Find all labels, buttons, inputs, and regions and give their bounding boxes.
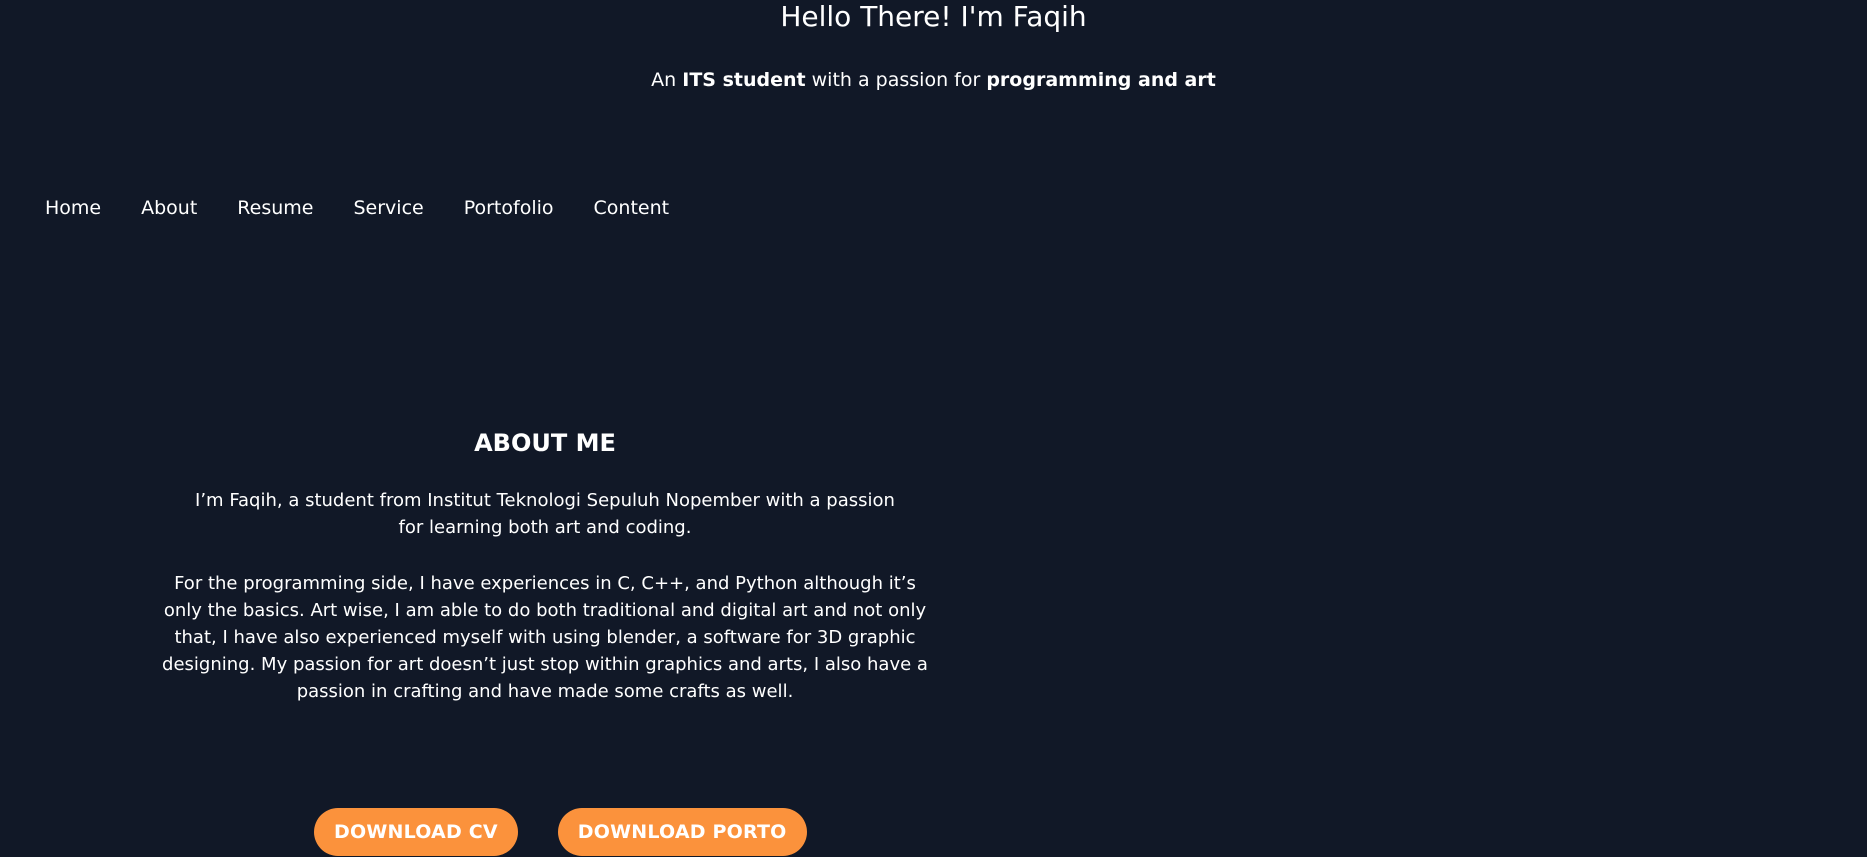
subtitle-middle: with a passion for: [805, 69, 987, 91]
nav-content[interactable]: Content: [594, 196, 670, 220]
nav-about[interactable]: About: [141, 196, 197, 220]
subtitle-highlight-passion: programming and art: [986, 69, 1216, 91]
about-detail-paragraph: For the programming side, I have experie…: [162, 573, 928, 702]
hero-title: Hello There! I'm Faqih: [780, 0, 1087, 33]
download-buttons: DOWNLOAD CV DOWNLOAD PORTO: [314, 808, 807, 856]
nav-resume[interactable]: Resume: [237, 196, 313, 220]
download-porto-button[interactable]: DOWNLOAD PORTO: [557, 808, 807, 856]
about-heading: ABOUT ME: [474, 429, 616, 457]
nav-home[interactable]: Home: [45, 196, 101, 220]
main-nav: Home About Resume Service Portofolio Con…: [45, 196, 709, 220]
download-cv-button[interactable]: DOWNLOAD CV: [314, 808, 518, 856]
nav-service[interactable]: Service: [353, 196, 423, 220]
subtitle-highlight-its: ITS student: [682, 69, 806, 91]
page: Hello There! I'm Faqih An ITS student wi…: [0, 0, 1867, 857]
hero-subtitle: An ITS student with a passion for progra…: [0, 68, 1867, 92]
subtitle-prefix: An: [651, 69, 683, 91]
nav-portofolio[interactable]: Portofolio: [464, 196, 554, 220]
about-intro-paragraph: I’m Faqih, a student from Institut Tekno…: [195, 490, 895, 538]
about-section: ABOUT ME I’m Faqih, a student from Insti…: [160, 425, 930, 734]
